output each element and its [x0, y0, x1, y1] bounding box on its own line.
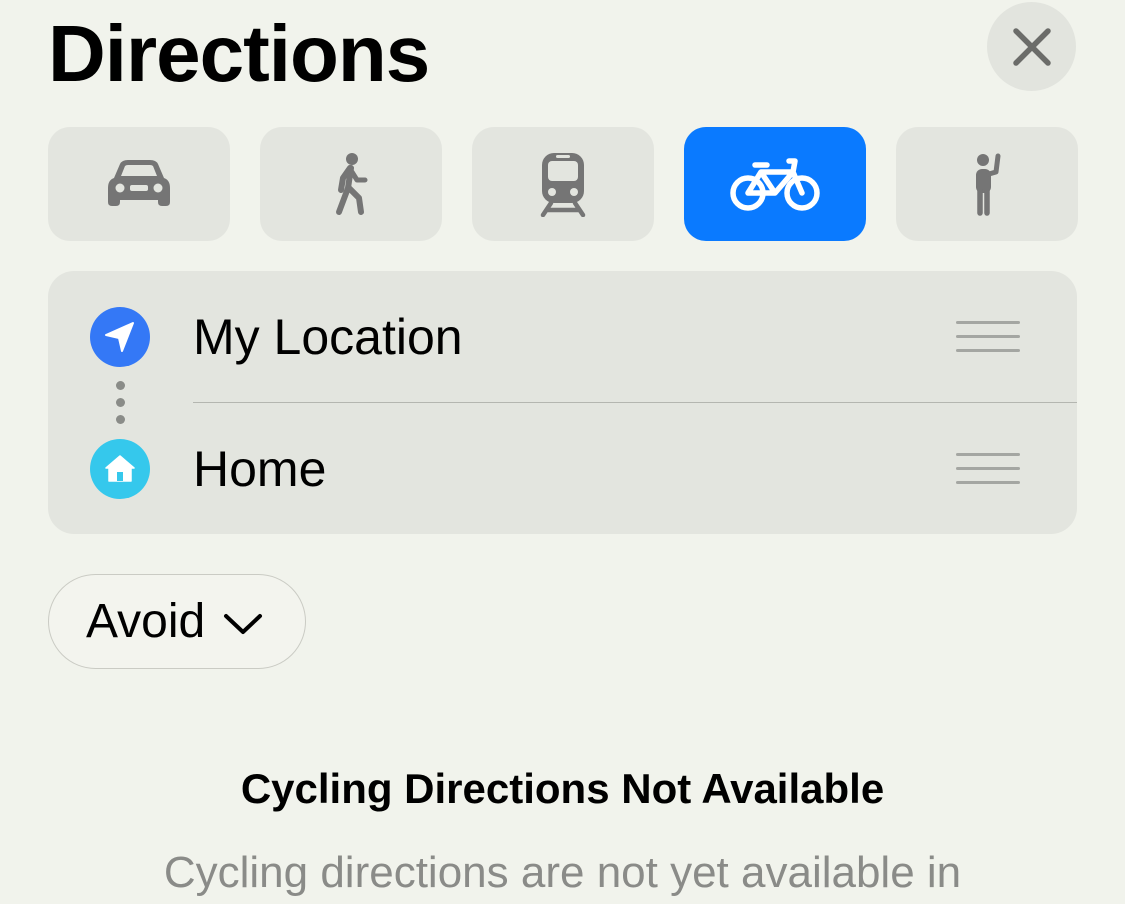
train-icon	[540, 153, 586, 217]
close-icon	[1012, 27, 1051, 66]
page-title: Directions	[48, 9, 430, 98]
bicycle-icon	[730, 158, 820, 211]
walking-person-icon	[336, 153, 368, 215]
unavailable-title: Cycling Directions Not Available	[240, 765, 885, 812]
route-card: My Location Home	[48, 271, 1077, 534]
avoid-label: Avoid	[86, 594, 206, 648]
close-button[interactable]	[987, 2, 1076, 91]
mode-walk-button[interactable]	[260, 127, 442, 241]
reorder-handle-origin[interactable]	[956, 321, 1020, 353]
mode-transit-button[interactable]	[472, 127, 654, 241]
car-icon	[108, 160, 170, 206]
route-connector-dot	[116, 381, 125, 390]
house-icon	[90, 439, 150, 499]
destination-row[interactable]: Home	[48, 403, 1077, 535]
transport-mode-selector	[48, 127, 1078, 241]
destination-label: Home	[193, 441, 327, 497]
location-arrow-icon	[90, 307, 150, 367]
origin-row[interactable]: My Location	[48, 271, 1077, 403]
mode-cycle-button[interactable]	[684, 127, 866, 241]
unavailable-description: Cycling directions are not yet available…	[163, 848, 962, 897]
avoid-button[interactable]: Avoid	[48, 574, 306, 669]
hailing-person-icon	[976, 153, 1001, 216]
origin-label: My Location	[193, 309, 463, 365]
chevron-down-icon	[224, 613, 263, 634]
mode-drive-button[interactable]	[48, 127, 230, 241]
reorder-handle-destination[interactable]	[956, 453, 1020, 485]
mode-ride-button[interactable]	[896, 127, 1078, 241]
